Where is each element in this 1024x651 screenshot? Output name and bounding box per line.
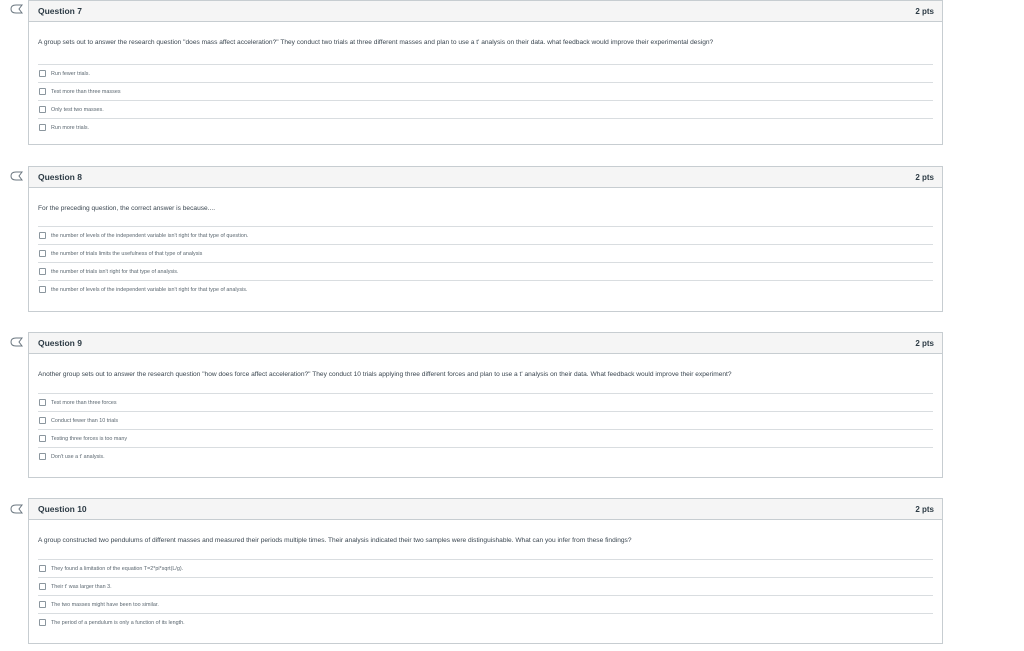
question-header: Question 9 2 pts: [29, 333, 942, 354]
answer-option[interactable]: the number of levels of the independent …: [38, 226, 933, 244]
question-text: Another group sets out to answer the res…: [38, 371, 732, 378]
answer-label: Run fewer trials.: [51, 70, 90, 77]
answer-list: the number of levels of the independent …: [38, 226, 933, 298]
answer-option[interactable]: Don't use a t' analysis.: [38, 447, 933, 465]
answer-option[interactable]: Only test two masses.: [38, 100, 933, 118]
answer-option[interactable]: the number of trials limits the usefulne…: [38, 244, 933, 262]
flag-question-icon[interactable]: [10, 504, 24, 514]
checkbox[interactable]: [39, 286, 46, 293]
checkbox[interactable]: [39, 232, 46, 239]
answer-option[interactable]: Test more than three forces: [38, 393, 933, 411]
question-header: Question 8 2 pts: [29, 167, 942, 188]
answer-option[interactable]: Their t' was larger than 3.: [38, 577, 933, 595]
question-7: Question 7 2 pts A group sets out to ans…: [28, 0, 943, 145]
answer-option[interactable]: the number of levels of the independent …: [38, 280, 933, 298]
answer-option[interactable]: They found a limitation of the equation …: [38, 559, 933, 577]
answer-list: Run fewer trials. Test more than three m…: [38, 64, 933, 136]
checkbox[interactable]: [39, 565, 46, 572]
question-title: Question 10: [38, 504, 87, 514]
question-points: 2 pts: [915, 504, 934, 514]
answer-label: Test more than three forces: [51, 399, 117, 406]
answer-option[interactable]: The period of a pendulum is only a funct…: [38, 613, 933, 631]
answer-label: The two masses might have been too simil…: [51, 601, 159, 608]
answer-option[interactable]: Test more than three masses: [38, 82, 933, 100]
answer-list: Test more than three forces Conduct fewe…: [38, 393, 933, 465]
answer-list: They found a limitation of the equation …: [38, 559, 933, 631]
answer-label: the number of trials isn't right for tha…: [51, 268, 179, 275]
question-10: Question 10 2 pts A group constructed tw…: [28, 498, 943, 644]
answer-label: Run more trials.: [51, 124, 90, 131]
answer-option[interactable]: Conduct fewer than 10 trials: [38, 411, 933, 429]
checkbox[interactable]: [39, 268, 46, 275]
checkbox[interactable]: [39, 106, 46, 113]
checkbox[interactable]: [39, 124, 46, 131]
answer-label: Testing three forces is too many: [51, 435, 128, 442]
answer-option[interactable]: The two masses might have been too simil…: [38, 595, 933, 613]
checkbox[interactable]: [39, 417, 46, 424]
answer-option[interactable]: Run more trials.: [38, 118, 933, 136]
checkbox[interactable]: [39, 601, 46, 608]
checkbox[interactable]: [39, 70, 46, 77]
question-text: For the preceding question, the correct …: [38, 205, 216, 212]
question-points: 2 pts: [915, 172, 934, 182]
answer-label: Conduct fewer than 10 trials: [51, 417, 119, 424]
question-text: A group constructed two pendulums of dif…: [38, 537, 632, 544]
answer-label: the number of trials limits the usefulne…: [51, 250, 203, 257]
answer-label: The period of a pendulum is only a funct…: [51, 619, 185, 626]
flag-question-icon[interactable]: [10, 4, 24, 14]
question-9: Question 9 2 pts Another group sets out …: [28, 332, 943, 478]
answer-label: They found a limitation of the equation …: [51, 565, 184, 572]
question-header: Question 10 2 pts: [29, 499, 942, 520]
question-title: Question 7: [38, 6, 82, 16]
question-title: Question 8: [38, 172, 82, 182]
checkbox[interactable]: [39, 399, 46, 406]
answer-label: the number of levels of the independent …: [51, 232, 249, 239]
question-title: Question 9: [38, 338, 82, 348]
answer-label: Don't use a t' analysis.: [51, 453, 105, 460]
checkbox[interactable]: [39, 435, 46, 442]
answer-option[interactable]: Run fewer trials.: [38, 64, 933, 82]
checkbox[interactable]: [39, 619, 46, 626]
answer-label: Their t' was larger than 3.: [51, 583, 112, 590]
checkbox[interactable]: [39, 453, 46, 460]
answer-option[interactable]: Testing three forces is too many: [38, 429, 933, 447]
checkbox[interactable]: [39, 250, 46, 257]
flag-question-icon[interactable]: [10, 171, 24, 181]
question-text: A group sets out to answer the research …: [38, 39, 714, 46]
answer-option[interactable]: the number of trials isn't right for tha…: [38, 262, 933, 280]
question-points: 2 pts: [915, 6, 934, 16]
answer-label: the number of levels of the independent …: [51, 286, 248, 293]
checkbox[interactable]: [39, 583, 46, 590]
checkbox[interactable]: [39, 88, 46, 95]
question-header: Question 7 2 pts: [29, 1, 942, 22]
flag-question-icon[interactable]: [10, 337, 24, 347]
answer-label: Test more than three masses: [51, 88, 121, 95]
question-points: 2 pts: [915, 338, 934, 348]
answer-label: Only test two masses.: [51, 106, 104, 113]
question-8: Question 8 2 pts For the preceding quest…: [28, 166, 943, 312]
